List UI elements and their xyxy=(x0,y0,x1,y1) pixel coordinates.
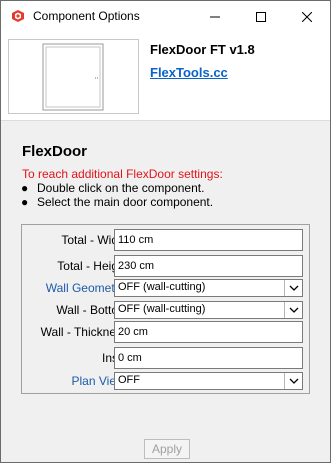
maximize-icon xyxy=(256,11,266,22)
apply-button[interactable]: Apply xyxy=(144,439,190,459)
window-title: Component Options xyxy=(33,9,140,23)
instructions-list: ● Double click on the component. ● Select … xyxy=(21,181,213,209)
instruction-item: ● Double click on the component. xyxy=(21,181,205,195)
bullet-icon: ● xyxy=(21,181,29,195)
close-icon xyxy=(302,11,312,22)
flextools-link[interactable]: FlexTools.cc xyxy=(150,65,228,80)
bullet-icon: ● xyxy=(21,195,29,209)
close-button[interactable] xyxy=(284,1,330,32)
component-options-window: Component Options FlexDoor FT v1.8 FlexT… xyxy=(0,0,331,463)
instructions-heading: To reach additional FlexDoor settings: xyxy=(22,167,223,181)
wall-bottom-value: OFF (wall-cutting) xyxy=(118,303,206,315)
plan-view-value: OFF xyxy=(118,374,140,386)
sketchup-icon xyxy=(12,10,24,22)
inset-input[interactable]: 0 cm xyxy=(114,347,303,369)
total-height-input[interactable]: 230 cm xyxy=(114,255,303,277)
wall-bottom-select[interactable]: OFF (wall-cutting) xyxy=(114,301,303,319)
section-title: FlexDoor xyxy=(22,143,88,160)
total-width-row: Total - Width 110 cm xyxy=(22,229,309,251)
minimize-button[interactable] xyxy=(192,1,238,32)
wall-bottom-row: Wall - Bottom OFF (wall-cutting) xyxy=(22,299,309,321)
chevron-down-icon[interactable] xyxy=(284,373,302,389)
plan-view-row: Plan View: OFF xyxy=(22,370,309,392)
chevron-down-icon[interactable] xyxy=(284,302,302,318)
wall-thickness-row: Wall - Thickness 20 cm xyxy=(22,321,309,343)
door-preview-thumbnail xyxy=(8,39,139,114)
maximize-button[interactable] xyxy=(238,1,284,32)
wall-geometry-value: OFF (wall-cutting) xyxy=(118,281,206,293)
settings-form: Total - Width 110 cm Total - Height 230 … xyxy=(21,224,310,394)
chevron-down-icon[interactable] xyxy=(284,280,302,296)
wall-thickness-input[interactable]: 20 cm xyxy=(114,321,303,343)
door-preview-image xyxy=(42,43,104,111)
total-height-row: Total - Height 230 cm xyxy=(22,255,309,277)
instruction-item: ● Select the main door component. xyxy=(21,195,214,209)
title-bar[interactable]: Component Options xyxy=(1,1,330,32)
total-width-input[interactable]: 110 cm xyxy=(114,229,303,251)
product-name: FlexDoor FT v1.8 xyxy=(150,42,255,57)
wall-geometry-row: Wall Geometry: OFF (wall-cutting) xyxy=(22,277,309,299)
wall-geometry-select[interactable]: OFF (wall-cutting) xyxy=(114,279,303,297)
minimize-icon xyxy=(210,16,220,17)
inset-row: Inset 0 cm xyxy=(22,347,309,369)
header-panel: FlexDoor FT v1.8 FlexTools.cc xyxy=(1,32,330,121)
plan-view-select[interactable]: OFF xyxy=(114,372,303,390)
